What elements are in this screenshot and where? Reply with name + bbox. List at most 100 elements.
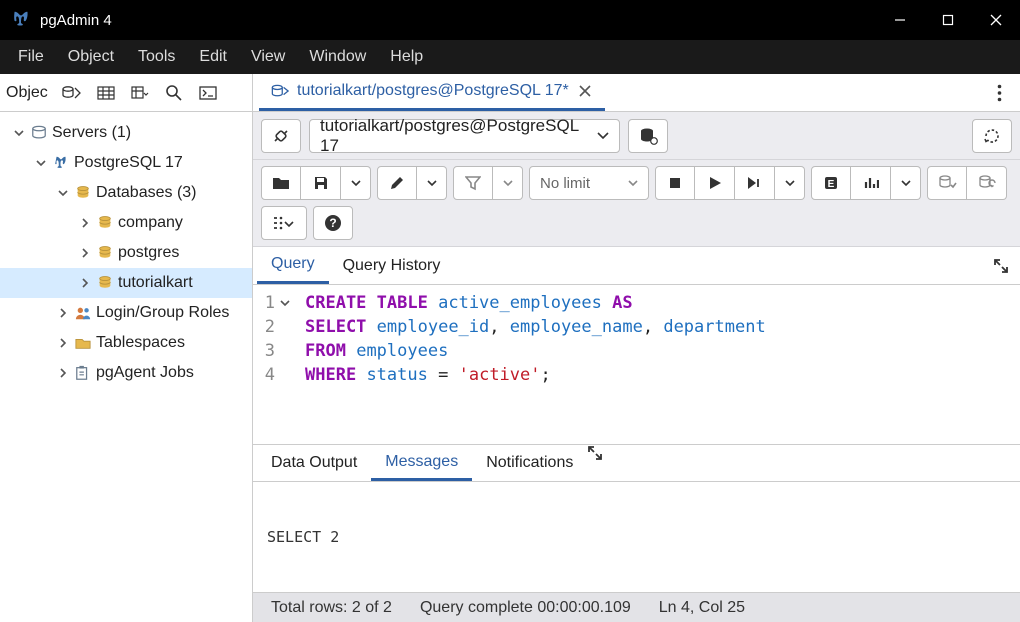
edit-menu-button[interactable] [417,166,447,200]
save-button[interactable] [301,166,341,200]
macros-button[interactable] [261,206,307,240]
expand-editor-button[interactable] [986,247,1016,284]
tree-node-tablespaces[interactable]: Tablespaces [0,328,252,358]
tree-expander-icon[interactable] [76,218,94,228]
output-tabs: Data OutputMessagesNotifications [253,444,1020,482]
window-close-button[interactable] [972,0,1020,40]
query-tool-tab[interactable]: tutorialkart/postgres@PostgreSQL 17* [259,74,605,111]
help-button[interactable]: ? [313,206,353,240]
tree-expander-icon[interactable] [76,248,94,258]
browser-tool-psql[interactable] [192,79,224,107]
window-titlebar: pgAdmin 4 [0,0,1020,40]
tree-node-postgres[interactable]: postgres [0,238,252,268]
execute-button[interactable] [695,166,735,200]
stop-button[interactable] [655,166,695,200]
object-browser-header: Objec [0,74,252,112]
new-connection-button[interactable] [628,119,668,153]
menu-view[interactable]: View [241,44,295,70]
message-line: SELECT 2 [267,528,1006,546]
editor-gutter: 1234 [253,285,297,444]
query-tool-tab-icon [271,83,289,99]
close-icon[interactable] [577,83,593,99]
connection-select[interactable]: tutorialkart/postgres@PostgreSQL 17 [309,119,620,153]
reset-layout-button[interactable] [972,119,1012,153]
tree-node-label: Login/Group Roles [94,304,229,322]
browser-tool-search[interactable] [158,79,190,107]
tree-node-label: Databases (3) [94,184,197,202]
tree-node-label: Servers (1) [50,124,131,142]
window-title: pgAdmin 4 [40,12,876,29]
open-file-button[interactable] [261,166,301,200]
tree-node-icon [72,335,94,351]
save-menu-button[interactable] [341,166,371,200]
messages-pane[interactable]: SELECT 2 Query returned successfully in … [253,482,1020,592]
chevron-down-icon [628,180,638,187]
tree-node-label: postgres [116,244,179,262]
menu-tools[interactable]: Tools [128,44,185,70]
explain-menu-button[interactable] [891,166,921,200]
output-tab-messages[interactable]: Messages [371,445,472,481]
query-toolbar: No limit E ? [253,160,1020,247]
browser-tool-filter-rows[interactable] [124,79,156,107]
tree-node-label: tutorialkart [116,274,193,292]
svg-text:E: E [828,179,835,190]
query-subtab-query-history[interactable]: Query History [329,247,455,284]
menu-window[interactable]: Window [299,44,376,70]
query-subtab-query[interactable]: Query [257,247,329,284]
menu-file[interactable]: File [8,44,54,70]
tree-node-icon [94,275,116,291]
tree-node-pgagent-jobs[interactable]: pgAgent Jobs [0,358,252,388]
tree-node-databases-3-[interactable]: Databases (3) [0,178,252,208]
execute-menu-button[interactable] [775,166,805,200]
menu-object[interactable]: Object [58,44,124,70]
tree-node-company[interactable]: company [0,208,252,238]
workarea: Objec Servers (1) PostgreSQL 17 Databases … [0,74,1020,622]
edit-button[interactable] [377,166,417,200]
tree-expander-icon[interactable] [54,368,72,378]
output-tab-data-output[interactable]: Data Output [257,445,371,481]
tree-expander-icon[interactable] [32,158,50,168]
tree-node-login-group-roles[interactable]: Login/Group Roles [0,298,252,328]
browser-tool-view-data[interactable] [90,79,122,107]
object-tree[interactable]: Servers (1) PostgreSQL 17 Databases (3) com… [0,112,252,622]
editor-content[interactable]: CREATE TABLE active_employees ASSELECT e… [297,285,774,444]
tree-expander-icon[interactable] [10,128,28,138]
output-tab-notifications[interactable]: Notifications [472,445,587,481]
row-limit-select[interactable]: No limit [529,166,649,200]
tree-node-tutorialkart[interactable]: tutorialkart [0,268,252,298]
browser-tool-query[interactable] [56,79,88,107]
execute-script-button[interactable] [735,166,775,200]
status-bar: Total rows: 2 of 2 Query complete 00:00:… [253,592,1020,622]
sql-editor[interactable]: 1234 CREATE TABLE active_employees ASSEL… [253,285,1020,444]
tab-menu-kebab[interactable] [984,74,1014,111]
tree-node-icon [72,305,94,321]
filter-button[interactable] [453,166,493,200]
tree-expander-icon[interactable] [54,338,72,348]
tree-node-icon [50,155,72,171]
object-browser-title: Objec [6,84,54,102]
filter-menu-button[interactable] [493,166,523,200]
tree-expander-icon[interactable] [76,278,94,288]
menu-help[interactable]: Help [380,44,433,70]
explain-button[interactable]: E [811,166,851,200]
status-total-rows: Total rows: 2 of 2 [271,599,392,617]
status-query-time: Query complete 00:00:00.109 [420,599,631,617]
tree-node-label: company [116,214,183,232]
explain-analyze-button[interactable] [851,166,891,200]
window-maximize-button[interactable] [924,0,972,40]
tree-node-postgresql-17[interactable]: PostgreSQL 17 [0,148,252,178]
connection-bar: tutorialkart/postgres@PostgreSQL 17 [253,112,1020,160]
expand-output-button[interactable] [587,445,603,481]
commit-button[interactable] [927,166,967,200]
tree-expander-icon[interactable] [54,188,72,198]
connection-status-button[interactable] [261,119,301,153]
query-subtabs: QueryQuery History [253,247,1020,285]
row-limit-label: No limit [540,175,590,192]
main-panel: tutorialkart/postgres@PostgreSQL 17* tut… [253,74,1020,622]
tree-node-servers-1-[interactable]: Servers (1) [0,118,252,148]
chevron-down-icon [597,132,609,140]
tree-expander-icon[interactable] [54,308,72,318]
rollback-button[interactable] [967,166,1007,200]
menu-edit[interactable]: Edit [189,44,237,70]
window-minimize-button[interactable] [876,0,924,40]
